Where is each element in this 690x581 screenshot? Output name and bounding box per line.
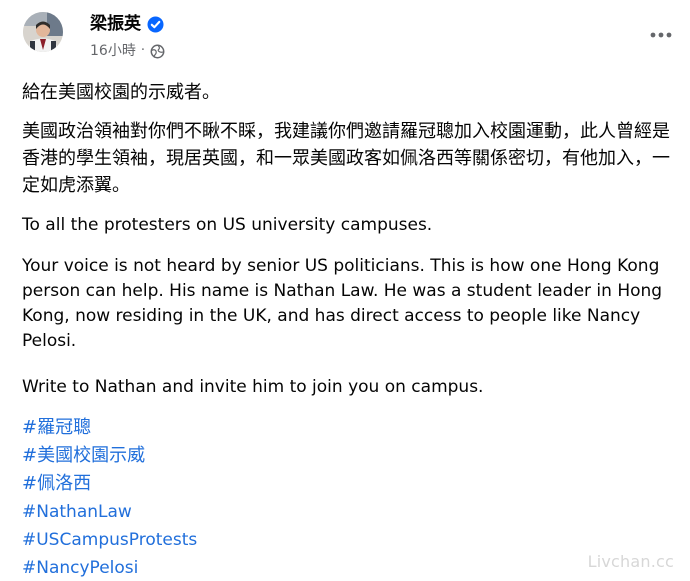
avatar[interactable] [23,12,63,52]
facebook-post: 梁振英 16小時 · 給在美國校園的示威者。 美國政治領袖對你們不瞅不睬，我建議… [0,0,690,581]
more-options-button[interactable] [648,25,674,45]
verified-badge-icon [147,16,164,33]
post-meta: 16小時 · [90,41,165,61]
hashtag-link[interactable]: #美國校園示威 [22,442,672,470]
globe-icon[interactable] [150,44,165,59]
post-paragraph-en-cta: Write to Nathan and invite him to join y… [22,377,484,397]
post-paragraph-zh-intro: 給在美國校園的示威者。 [22,82,220,103]
hashtag-link[interactable]: #NathanLaw [22,498,672,526]
hashtag-link[interactable]: #NancyPelosi [22,554,672,581]
watermark: Livchan.cc [587,552,674,571]
post-header: 梁振英 16小時 · [0,0,690,76]
avatar-image [23,12,63,52]
author-row: 梁振英 [90,13,164,35]
post-paragraph-en-intro: To all the protesters on US university c… [22,215,433,235]
post-paragraph-en-body: Your voice is not heard by senior US pol… [22,256,668,351]
hashtag-link[interactable]: #羅冠聰 [22,414,672,442]
meta-separator: · [140,43,145,58]
ellipsis-icon [650,32,672,38]
hashtag-link[interactable]: #USCampusProtests [22,526,672,554]
hashtag-list: #羅冠聰 #美國校園示威 #佩洛西 #NathanLaw #USCampusPr… [22,414,672,581]
post-paragraph-zh-body: 美國政治領袖對你們不瞅不睬，我建議你們邀請羅冠聰加入校園運動，此人曾經是香港的學… [22,121,670,196]
post-time[interactable]: 16小時 [90,41,136,61]
author-name[interactable]: 梁振英 [90,13,141,35]
hashtag-link[interactable]: #佩洛西 [22,470,672,498]
